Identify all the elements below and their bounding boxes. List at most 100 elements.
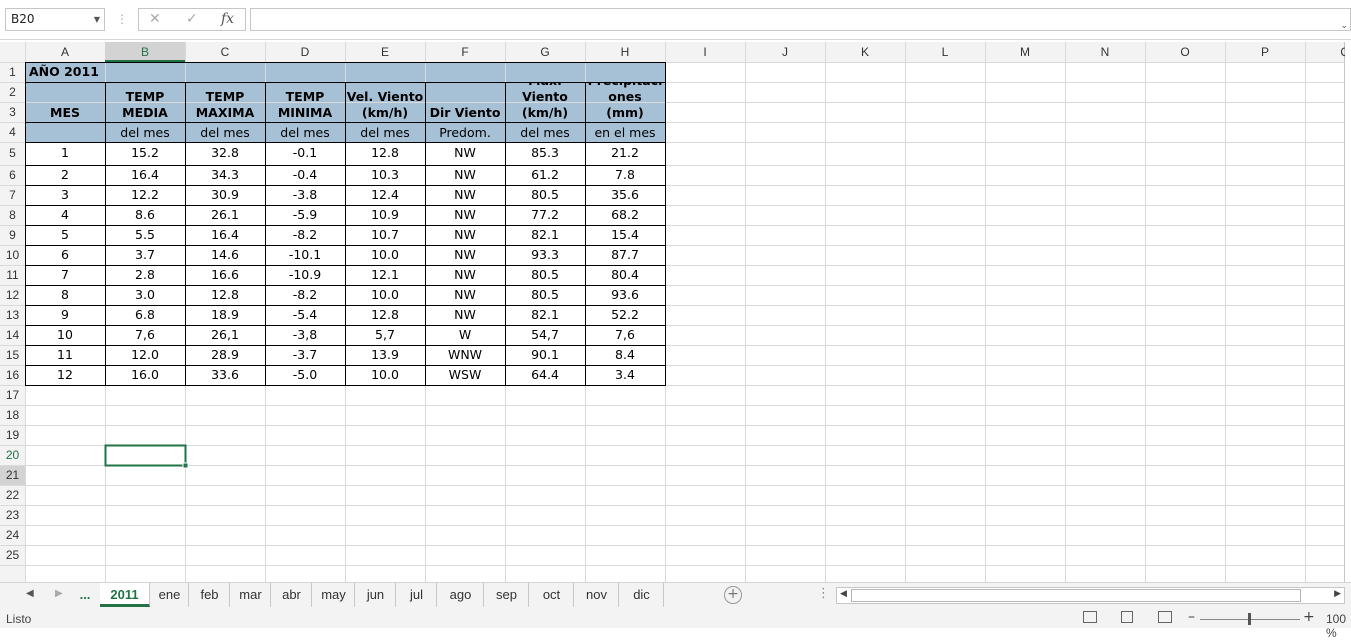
row-header-17[interactable]: 17 [0, 385, 25, 405]
data-cell[interactable]: 12.8 [345, 142, 425, 165]
tab-dic[interactable]: dic [620, 583, 664, 607]
column-header-o[interactable]: O [1145, 42, 1225, 62]
data-cell[interactable]: -5.4 [265, 305, 345, 325]
data-cell[interactable]: 61.2 [505, 165, 585, 185]
insert-function-icon[interactable]: fx [221, 11, 234, 27]
row-header-7[interactable]: 7 [0, 185, 25, 205]
data-cell[interactable]: 34.3 [185, 165, 265, 185]
data-cell[interactable]: 10.7 [345, 225, 425, 245]
column-header-m[interactable]: M [985, 42, 1065, 62]
data-cell[interactable]: 4 [25, 205, 105, 225]
data-cell[interactable]: 77.2 [505, 205, 585, 225]
zoom-in-icon[interactable]: + [1303, 609, 1315, 625]
next-sheet-icon[interactable]: ▶ [55, 588, 63, 599]
row-header-8[interactable]: 8 [0, 205, 25, 225]
data-cell[interactable]: 33.6 [185, 365, 265, 385]
data-cell[interactable]: 12.1 [345, 265, 425, 285]
data-cell[interactable]: -8.2 [265, 285, 345, 305]
data-cell[interactable]: W [425, 325, 505, 345]
data-cell[interactable]: 2 [25, 165, 105, 185]
tab-abr[interactable]: abr [272, 583, 312, 607]
data-cell[interactable]: 87.7 [585, 245, 665, 265]
column-header-b[interactable]: B [105, 42, 185, 62]
data-cell[interactable]: 15.2 [105, 142, 185, 165]
data-cell[interactable]: 16.4 [105, 165, 185, 185]
subheader-max-viento[interactable]: del mes [505, 122, 585, 142]
data-cell[interactable]: 16.0 [105, 365, 185, 385]
tab-mar[interactable]: mar [231, 583, 271, 607]
subheader-temp-minima[interactable]: del mes [265, 122, 345, 142]
row-header-10[interactable]: 10 [0, 245, 25, 265]
data-cell[interactable]: 80.5 [505, 265, 585, 285]
data-cell[interactable]: NW [425, 225, 505, 245]
data-cell[interactable]: 12.0 [105, 345, 185, 365]
data-cell[interactable]: 28.9 [185, 345, 265, 365]
data-cell[interactable]: WSW [425, 365, 505, 385]
prev-sheet-icon[interactable]: ◀ [26, 588, 34, 599]
data-cell[interactable]: WNW [425, 345, 505, 365]
column-header-j[interactable]: J [745, 42, 825, 62]
data-cell[interactable]: 35.6 [585, 185, 665, 205]
tab-ene[interactable]: ene [151, 583, 189, 607]
zoom-slider-thumb[interactable] [1248, 613, 1251, 625]
cancel-icon[interactable]: ✕ [149, 11, 161, 27]
page-break-preview-icon[interactable] [1158, 611, 1172, 623]
page-layout-icon[interactable] [1121, 611, 1133, 623]
subheader-vel-viento[interactable]: Promediodel mes [345, 122, 425, 142]
data-cell[interactable]: 93.6 [585, 285, 665, 305]
column-header-q[interactable]: Q [1305, 42, 1345, 62]
data-cell[interactable]: 90.1 [505, 345, 585, 365]
zoom-level[interactable]: 100 % [1326, 612, 1351, 640]
row-header-6[interactable]: 6 [0, 165, 25, 185]
data-cell[interactable]: 26,1 [185, 325, 265, 345]
more-tabs-icon[interactable]: ⋮ [817, 586, 830, 601]
data-cell[interactable]: 8 [25, 285, 105, 305]
data-cell[interactable]: 10.9 [345, 205, 425, 225]
column-header-n[interactable]: N [1065, 42, 1145, 62]
header-mes[interactable]: MES [25, 82, 105, 122]
data-cell[interactable]: 10.0 [345, 245, 425, 265]
data-cell[interactable]: NW [425, 305, 505, 325]
row-header-19[interactable]: 19 [0, 425, 25, 445]
data-cell[interactable]: 10 [25, 325, 105, 345]
data-cell[interactable]: -3,8 [265, 325, 345, 345]
data-cell[interactable]: NW [425, 245, 505, 265]
enter-icon[interactable]: ✓ [186, 11, 198, 27]
data-cell[interactable]: -10.9 [265, 265, 345, 285]
tab-ago[interactable]: ago [438, 583, 484, 607]
row-header-25[interactable]: 25 [0, 545, 25, 565]
row-header-20[interactable]: 20 [0, 445, 25, 465]
row-header-11[interactable]: 11 [0, 265, 25, 285]
data-cell[interactable]: 8.6 [105, 205, 185, 225]
header-dir-viento[interactable]: Dir Viento [425, 82, 505, 122]
data-cell[interactable]: 32.8 [185, 142, 265, 165]
row-header-3[interactable]: 3 [0, 102, 25, 122]
tab-feb[interactable]: feb [190, 583, 230, 607]
header-temp-minima[interactable]: TEMP MINIMA [265, 82, 345, 122]
row-header-15[interactable]: 15 [0, 345, 25, 365]
data-cell[interactable]: 11 [25, 345, 105, 365]
spreadsheet-grid[interactable]: ABCDEFGHIJKLMNOPQ12345678910111213141516… [0, 42, 1345, 582]
tab-ellipsis[interactable]: ... [70, 583, 100, 607]
data-cell[interactable]: -3.7 [265, 345, 345, 365]
data-cell[interactable]: 8.4 [585, 345, 665, 365]
data-cell[interactable]: 2.8 [105, 265, 185, 285]
data-cell[interactable]: 7,6 [585, 325, 665, 345]
column-header-i[interactable]: I [665, 42, 745, 62]
tab-may[interactable]: may [313, 583, 355, 607]
tab-nov[interactable]: nov [575, 583, 619, 607]
data-cell[interactable]: 5,7 [345, 325, 425, 345]
name-box[interactable]: B20 ▼ [5, 8, 105, 31]
data-cell[interactable]: -0.4 [265, 165, 345, 185]
data-cell[interactable]: 80.4 [585, 265, 665, 285]
zoom-out-icon[interactable]: – [1188, 609, 1195, 625]
data-cell[interactable]: 52.2 [585, 305, 665, 325]
data-cell[interactable]: 18.9 [185, 305, 265, 325]
row-header-9[interactable]: 9 [0, 225, 25, 245]
data-cell[interactable]: 6.8 [105, 305, 185, 325]
data-cell[interactable]: 3.7 [105, 245, 185, 265]
data-cell[interactable]: 12.2 [105, 185, 185, 205]
column-header-e[interactable]: E [345, 42, 425, 62]
data-cell[interactable]: 5 [25, 225, 105, 245]
column-header-g[interactable]: G [505, 42, 585, 62]
